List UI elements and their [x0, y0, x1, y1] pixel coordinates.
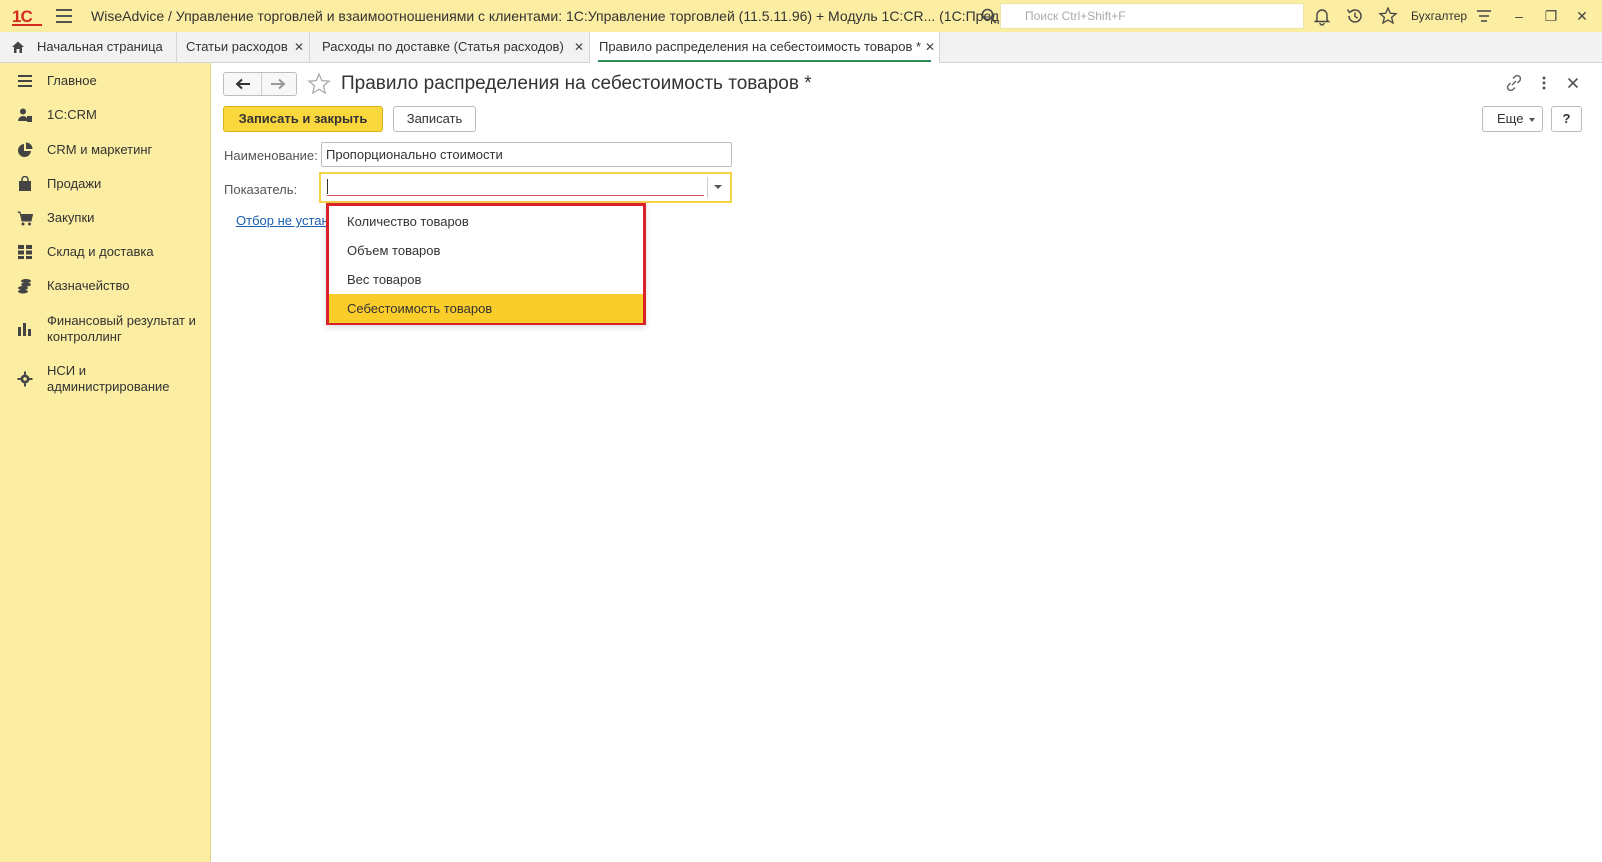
sidebar-item-crm[interactable]: 1С:CRM: [0, 107, 211, 123]
sidebar-item-main[interactable]: Главное: [0, 73, 211, 89]
tab-distribution-rule[interactable]: Правило распределения на себестоимость т…: [590, 32, 940, 63]
home-icon: [12, 41, 24, 53]
restore-button[interactable]: ❐: [1541, 6, 1561, 26]
indicator-options-list: Количество товаров Объем товаров Вес тов…: [326, 203, 646, 325]
close-window-button[interactable]: ✕: [1572, 6, 1592, 26]
sidebar-item-sales[interactable]: Продажи: [0, 176, 211, 192]
forward-arrow-icon[interactable]: [270, 78, 286, 90]
help-button[interactable]: ?: [1551, 106, 1582, 132]
sidebar-item-label: Казначейство: [47, 278, 130, 293]
save-and-close-button[interactable]: Записать и закрыть: [223, 106, 383, 132]
list-icon: [18, 75, 32, 87]
active-tab-indicator: [598, 60, 931, 62]
bar-chart-icon: [18, 323, 31, 336]
tab-expense-items[interactable]: Статьи расходов ✕: [177, 32, 310, 63]
nav-separator: [261, 73, 262, 95]
sidebar-item-financial-result[interactable]: Финансовый результат и контроллинг: [0, 313, 211, 345]
window-title: WiseAdvice / Управление торговлей и взаи…: [91, 8, 1057, 24]
option-weight[interactable]: Вес товаров: [329, 265, 643, 294]
warehouse-icon: [18, 245, 32, 259]
section-panel: Главное 1С:CRM CRM и маркетинг Продажи З…: [0, 63, 211, 862]
text-cursor: [327, 179, 328, 194]
save-button[interactable]: Записать: [393, 106, 476, 132]
sidebar-item-crm-marketing[interactable]: CRM и маркетинг: [0, 142, 211, 158]
settings-menu-icon[interactable]: [1474, 6, 1494, 26]
name-label: Наименование:: [224, 148, 318, 163]
sidebar-item-label: Главное: [47, 73, 97, 88]
tab-label: Правило распределения на себестоимость т…: [599, 39, 922, 54]
dropdown-separator: [707, 177, 708, 198]
option-cost[interactable]: Себестоимость товаров: [329, 294, 643, 323]
sidebar-item-label: Продажи: [47, 176, 102, 191]
navigation-buttons: [223, 72, 297, 96]
tab-home[interactable]: Начальная страница: [0, 32, 177, 63]
sidebar-item-warehouse[interactable]: Склад и доставка: [0, 244, 211, 260]
tab-label: Статьи расходов: [186, 39, 288, 54]
sidebar-item-label: Склад и доставка: [47, 244, 154, 259]
bell-icon[interactable]: [1312, 6, 1332, 26]
sidebar-item-label: Закупки: [47, 210, 95, 225]
option-volume[interactable]: Объем товаров: [329, 236, 643, 265]
sidebar-item-label: CRM и маркетинг: [47, 142, 153, 157]
chevron-down-icon: [1529, 118, 1535, 122]
star-icon[interactable]: [1378, 6, 1398, 26]
sidebar-item-purchases[interactable]: Закупки: [0, 210, 211, 226]
close-tab-icon[interactable]: ✕: [294, 32, 304, 62]
close-tab-icon[interactable]: ✕: [574, 32, 584, 62]
link-icon[interactable]: [1504, 73, 1524, 93]
close-form-icon[interactable]: [1563, 73, 1583, 93]
back-arrow-icon[interactable]: [235, 78, 251, 90]
global-search-input[interactable]: Поиск Ctrl+Shift+F: [981, 3, 1304, 29]
favorite-star-icon[interactable]: [307, 72, 331, 96]
pie-chart-icon: [18, 142, 33, 157]
more-button[interactable]: Еще: [1482, 106, 1543, 132]
current-user[interactable]: Бухгалтер: [1411, 9, 1467, 23]
history-icon[interactable]: [1345, 6, 1365, 26]
name-field[interactable]: Пропорционально стоимости: [321, 142, 732, 167]
indicator-select[interactable]: [319, 172, 732, 203]
gear-icon: [17, 371, 33, 387]
logo-underline: [12, 24, 42, 26]
sidebar-item-treasury[interactable]: Казначейство: [0, 278, 211, 294]
tab-label: Начальная страница: [37, 39, 163, 54]
search-icon: [981, 8, 997, 24]
open-tabs-bar: Начальная страница Статьи расходов ✕ Рас…: [0, 32, 1602, 63]
indicator-label: Показатель:: [224, 182, 298, 197]
title-bar: 1С WiseAdvice / Управление торговлей и в…: [0, 0, 1602, 32]
coins-icon: [18, 279, 31, 294]
page-title: Правило распределения на себестоимость т…: [341, 73, 812, 94]
required-field-underline: [327, 195, 704, 196]
tab-delivery-costs[interactable]: Расходы по доставке (Статья расходов) ✕: [310, 32, 590, 63]
search-placeholder: Поиск Ctrl+Shift+F: [1025, 9, 1126, 23]
people-icon: [18, 108, 32, 122]
sidebar-item-label: Финансовый результат и контроллинг: [47, 313, 196, 344]
more-button-label: Еще: [1497, 111, 1524, 126]
dropdown-arrow-icon[interactable]: [714, 185, 722, 189]
minimize-button[interactable]: –: [1509, 6, 1529, 26]
sidebar-item-administration[interactable]: НСИ и администрирование: [0, 363, 211, 395]
close-tab-icon[interactable]: ✕: [925, 32, 935, 62]
sidebar-item-label: 1С:CRM: [47, 107, 97, 122]
main-menu-icon[interactable]: [56, 9, 72, 23]
cart-icon: [17, 211, 33, 226]
sidebar-item-label: НСИ и администрирование: [47, 363, 170, 394]
tab-label: Расходы по доставке (Статья расходов): [322, 39, 564, 54]
option-quantity[interactable]: Количество товаров: [329, 207, 643, 236]
more-actions-icon[interactable]: [1534, 73, 1554, 93]
bag-icon: [19, 176, 31, 191]
